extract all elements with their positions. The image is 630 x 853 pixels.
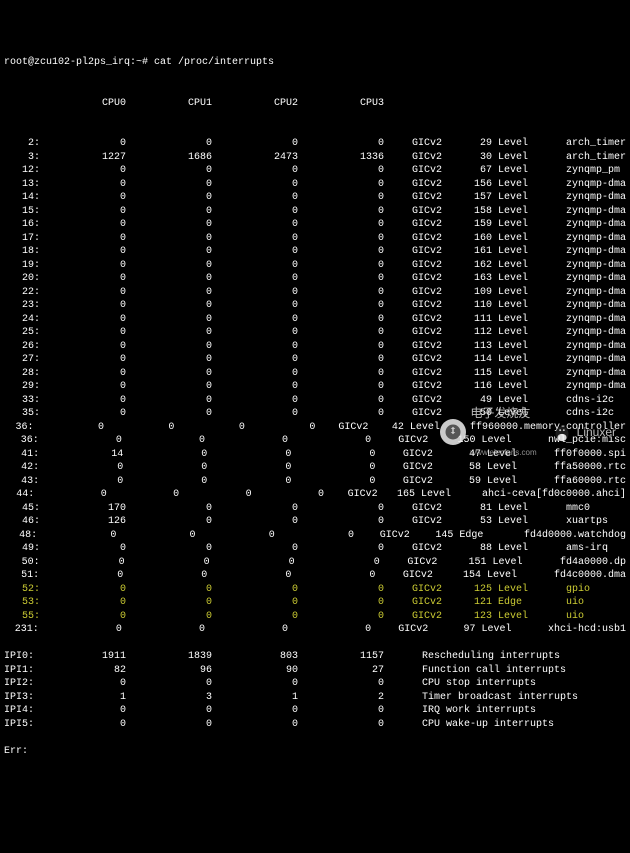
table-row: 3:1227168624731336GICv230Levelarch_timer [4, 151, 626, 165]
table-row: 53:0000GICv2121Edgeuio [4, 596, 626, 610]
interrupt-table: 2:0000GICv229Levelarch_timer3:1227168624… [4, 137, 626, 637]
table-row: 28:0000GICv2115Levelzynqmp-dma [4, 367, 626, 381]
table-row: 36:0000GICv2150Levelnwl_pcie:misc [4, 434, 626, 448]
ipi-table: IPI0:191118398031157Rescheduling interru… [4, 650, 626, 731]
table-row: 27:0000GICv2114Levelzynqmp-dma [4, 353, 626, 367]
table-row: 49:0000GICv288Levelams-irq [4, 542, 626, 556]
table-row: 18:0000GICv2161Levelzynqmp-dma [4, 245, 626, 259]
table-row: 231:0000GICv297Levelxhci-hcd:usb1 [4, 623, 626, 637]
table-row: 19:0000GICv2162Levelzynqmp-dma [4, 259, 626, 273]
table-row: 52:0000GICv2125Levelgpio [4, 583, 626, 597]
table-row: 55:0000GICv2123Leveluio [4, 610, 626, 624]
table-row: 29:0000GICv2116Levelzynqmp-dma [4, 380, 626, 394]
table-row: 15:0000GICv2158Levelzynqmp-dma [4, 205, 626, 219]
header-cpu1: CPU1 [126, 97, 212, 111]
table-row: 14:0000GICv2157Levelzynqmp-dma [4, 191, 626, 205]
ipi-row: IPI5:0000CPU wake-up interrupts [4, 718, 626, 732]
table-row: 46:126000GICv253Levelxuartps [4, 515, 626, 529]
ipi-row: IPI1:82969027Function call interrupts [4, 664, 626, 678]
table-row: 50:0000GICv2151Levelfd4a0000.dp [4, 556, 626, 570]
table-row: 42:0000GICv258Levelffa50000.rtc [4, 461, 626, 475]
header-cpu2: CPU2 [212, 97, 298, 111]
table-row: 48:0000GICv2145Edgefd4d0000.watchdog [4, 529, 626, 543]
table-row: 13:0000GICv2156Levelzynqmp-dma [4, 178, 626, 192]
table-header: CPU0 CPU1 CPU2 CPU3 [4, 97, 626, 111]
ipi-row: IPI0:191118398031157Rescheduling interru… [4, 650, 626, 664]
table-row: 17:0000GICv2160Levelzynqmp-dma [4, 232, 626, 246]
table-row: 51:0000GICv2154Levelfd4c0000.dma [4, 569, 626, 583]
table-row: 23:0000GICv2110Levelzynqmp-dma [4, 299, 626, 313]
table-row: 22:0000GICv2109Levelzynqmp-dma [4, 286, 626, 300]
table-row: 20:0000GICv2163Levelzynqmp-dma [4, 272, 626, 286]
table-row: 45:170000GICv281Levelmmc0 [4, 502, 626, 516]
table-row: 2:0000GICv229Levelarch_timer [4, 137, 626, 151]
table-row: 41:14000GICv247Levelff0f0000.spi [4, 448, 626, 462]
header-cpu3: CPU3 [298, 97, 384, 111]
table-row: 33:0000GICv249Levelcdns-i2c [4, 394, 626, 408]
table-row: 43:0000GICv259Levelffa60000.rtc [4, 475, 626, 489]
err-row: Err: [4, 745, 626, 759]
shell-prompt: root@zcu102-pl2ps_irq:~# cat /proc/inter… [4, 56, 626, 70]
table-row: 36:0000GICv242Levelff960000.memory-contr… [4, 421, 626, 435]
table-row: 26:0000GICv2113Levelzynqmp-dma [4, 340, 626, 354]
table-row: 12:0000GICv267Levelzynqmp_pm [4, 164, 626, 178]
ipi-row: IPI3:1312Timer broadcast interrupts [4, 691, 626, 705]
ipi-row: IPI2:0000CPU stop interrupts [4, 677, 626, 691]
table-row: 16:0000GICv2159Levelzynqmp-dma [4, 218, 626, 232]
table-row: 24:0000GICv2111Levelzynqmp-dma [4, 313, 626, 327]
table-row: 25:0000GICv2112Levelzynqmp-dma [4, 326, 626, 340]
table-row: 44:0000GICv2165Levelahci-ceva[fd0c0000.a… [4, 488, 626, 502]
table-row: 35:0000GICv250Levelcdns-i2c [4, 407, 626, 421]
ipi-row: IPI4:0000IRQ work interrupts [4, 704, 626, 718]
header-cpu0: CPU0 [40, 97, 126, 111]
